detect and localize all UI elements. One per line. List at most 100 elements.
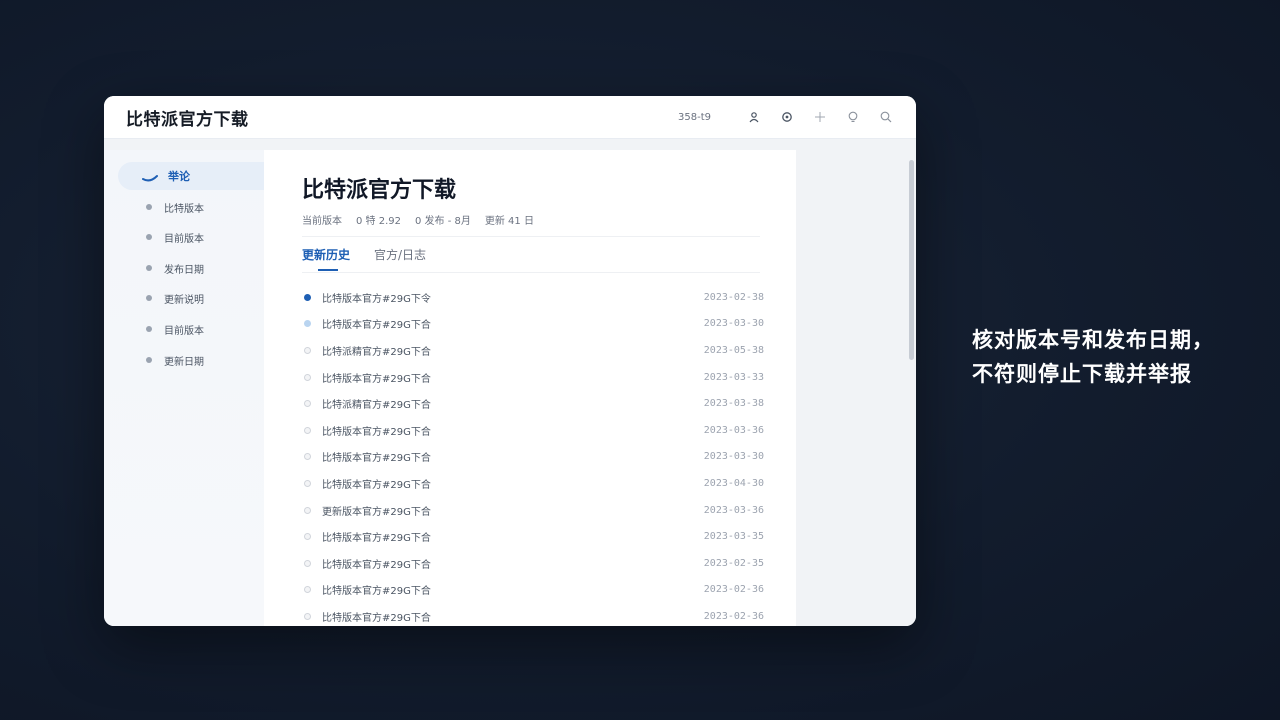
- app-title: 比特派官方下载: [126, 110, 249, 130]
- check-icon: [142, 167, 158, 186]
- status-dot: [304, 320, 311, 328]
- version-meta: 当前版本 0 特 2.92 0 发布 - 8月 更新 41 日: [302, 212, 548, 227]
- app-window: 比特派官方下载 358-t9 举论 比特版本 目前版本 发布日期 更新说明 目前…: [104, 96, 916, 626]
- release-name: 比特版本官方#29G下合: [322, 559, 431, 571]
- list-item[interactable]: 比特版本官方#29G下合 2023-03-36: [302, 417, 764, 444]
- release-date: 2023-02-38: [703, 291, 764, 303]
- release-date: 2023-03-30: [703, 451, 764, 463]
- release-date: 2023-05-38: [703, 344, 764, 356]
- list-item[interactable]: 比特版本官方#29G下合 2023-04-30: [302, 470, 764, 497]
- status-dot: [304, 479, 311, 487]
- release-date: 2023-02-35: [703, 557, 764, 569]
- release-date: 2023-03-36: [703, 424, 764, 436]
- sidebar-item[interactable]: 比特版本: [118, 193, 264, 221]
- release-name: 比特版本官方#29G下合: [322, 453, 431, 465]
- bullet-icon: [146, 234, 152, 240]
- caption-text: 核对版本号和发布日期， 不符则停止下载并举报: [972, 323, 1214, 391]
- sidebar-item-label: 更新日期: [164, 356, 204, 368]
- main-content: 比特派官方下载 当前版本 0 特 2.92 0 发布 - 8月 更新 41 日 …: [264, 150, 796, 626]
- status-dot: [304, 453, 311, 461]
- caption-line: 核对版本号和发布日期，: [972, 328, 1214, 352]
- release-name: 比特版本官方#29G下合: [322, 479, 431, 491]
- sidebar-item-label: 更新说明: [164, 294, 204, 306]
- sidebar-item-label: 发布日期: [164, 264, 204, 276]
- header-band: [104, 139, 916, 150]
- release-name: 更新版本官方#29G下合: [322, 506, 431, 518]
- bullet-icon: [146, 295, 152, 301]
- meta-item: 更新 41 日: [484, 216, 534, 227]
- tab-official-log[interactable]: 官方/日志: [374, 246, 426, 271]
- release-name: 比特版本官方#29G下合: [322, 373, 431, 385]
- list-item[interactable]: 更新版本官方#29G下合 2023-03-36: [302, 497, 764, 524]
- sidebar-item-label: 比特版本: [164, 203, 204, 215]
- release-date: 2023-02-36: [703, 584, 764, 596]
- status-dot: [304, 293, 311, 301]
- release-date: 2023-03-36: [703, 504, 764, 516]
- sidebar-item-label: 目前版本: [164, 233, 204, 245]
- tab-bar: 更新历史 官方/日志: [302, 246, 450, 271]
- release-name: 比特版本官方#29G下合: [322, 612, 431, 624]
- release-date: 2023-03-35: [703, 531, 764, 543]
- scrollbar[interactable]: [909, 160, 914, 360]
- tab-update-history[interactable]: 更新历史: [302, 246, 350, 271]
- bullet-icon: [146, 265, 152, 271]
- release-name: 比特派精官方#29G下合: [322, 346, 431, 358]
- list-item[interactable]: 比特版本官方#29G下合 2023-03-35: [302, 523, 764, 550]
- status-dot: [304, 346, 311, 354]
- toolbar-status-text: 358-t9: [678, 111, 711, 123]
- status-dot: [304, 400, 311, 408]
- release-date: 2023-03-33: [703, 371, 764, 383]
- release-name: 比特版本官方#29G下合: [322, 426, 431, 438]
- title-bar: 比特派官方下载 358-t9: [104, 96, 916, 139]
- toolbar: 358-t9: [678, 107, 896, 127]
- list-item[interactable]: 比特版本官方#29G下合 2023-02-35: [302, 550, 764, 577]
- sidebar-item-active[interactable]: 举论: [118, 162, 264, 190]
- bullet-icon: [146, 204, 152, 210]
- bullet-icon: [146, 357, 152, 363]
- sidebar-item-label: 举论: [168, 170, 190, 183]
- sidebar-item[interactable]: 更新日期: [118, 346, 264, 374]
- status-dot: [304, 559, 311, 567]
- release-name: 比特版本官方#29G下合: [322, 586, 431, 598]
- status-dot: [304, 506, 311, 514]
- divider: [302, 272, 760, 273]
- release-name: 比特版本官方#29G下令: [322, 293, 431, 305]
- release-date: 2023-03-30: [703, 318, 764, 330]
- list-item[interactable]: 比特版本官方#29G下合 2023-02-36: [302, 577, 764, 604]
- release-date: 2023-02-36: [703, 610, 764, 622]
- search-icon[interactable]: [876, 107, 896, 127]
- bullet-icon: [146, 326, 152, 332]
- status-dot: [304, 426, 311, 434]
- status-dot: [304, 533, 311, 541]
- list-item[interactable]: 比特版本官方#29G下合 2023-03-30: [302, 311, 764, 338]
- sidebar-item[interactable]: 更新说明: [118, 284, 264, 312]
- sidebar-item-label: 目前版本: [164, 325, 204, 337]
- list-item[interactable]: 比特版本官方#29G下合 2023-03-33: [302, 364, 764, 391]
- list-item[interactable]: 比特派精官方#29G下合 2023-03-38: [302, 390, 764, 417]
- meta-item: 0 特 2.92: [356, 216, 401, 227]
- meta-item: 0 发布 - 8月: [415, 216, 471, 227]
- sidebar-item[interactable]: 目前版本: [118, 315, 264, 343]
- list-item[interactable]: 比特派精官方#29G下合 2023-05-38: [302, 337, 764, 364]
- list-item[interactable]: 比特版本官方#29G下令 2023-02-38: [302, 284, 764, 311]
- settings-icon[interactable]: [777, 107, 797, 127]
- caption-line: 不符则停止下载并举报: [972, 362, 1192, 386]
- release-name: 比特派精官方#29G下合: [322, 400, 431, 412]
- list-item[interactable]: 比特版本官方#29G下合 2023-03-30: [302, 444, 764, 471]
- status-dot: [304, 586, 311, 594]
- release-name: 比特版本官方#29G下合: [322, 533, 431, 545]
- list-item[interactable]: 比特版本官方#29G下合 2023-02-36: [302, 603, 764, 626]
- plus-icon[interactable]: [810, 107, 830, 127]
- sidebar-item[interactable]: 目前版本: [118, 223, 264, 251]
- bulb-icon[interactable]: [843, 107, 863, 127]
- meta-item: 当前版本: [302, 216, 342, 227]
- status-dot: [304, 373, 311, 381]
- release-date: 2023-04-30: [703, 477, 764, 489]
- right-panel: [796, 150, 916, 626]
- sidebar: 举论 比特版本 目前版本 发布日期 更新说明 目前版本 更新日期: [104, 150, 264, 626]
- user-icon[interactable]: [744, 107, 764, 127]
- release-name: 比特版本官方#29G下合: [322, 320, 431, 332]
- release-date: 2023-03-38: [703, 398, 764, 410]
- sidebar-item[interactable]: 发布日期: [118, 254, 264, 282]
- page-title: 比特派官方下载: [302, 178, 457, 203]
